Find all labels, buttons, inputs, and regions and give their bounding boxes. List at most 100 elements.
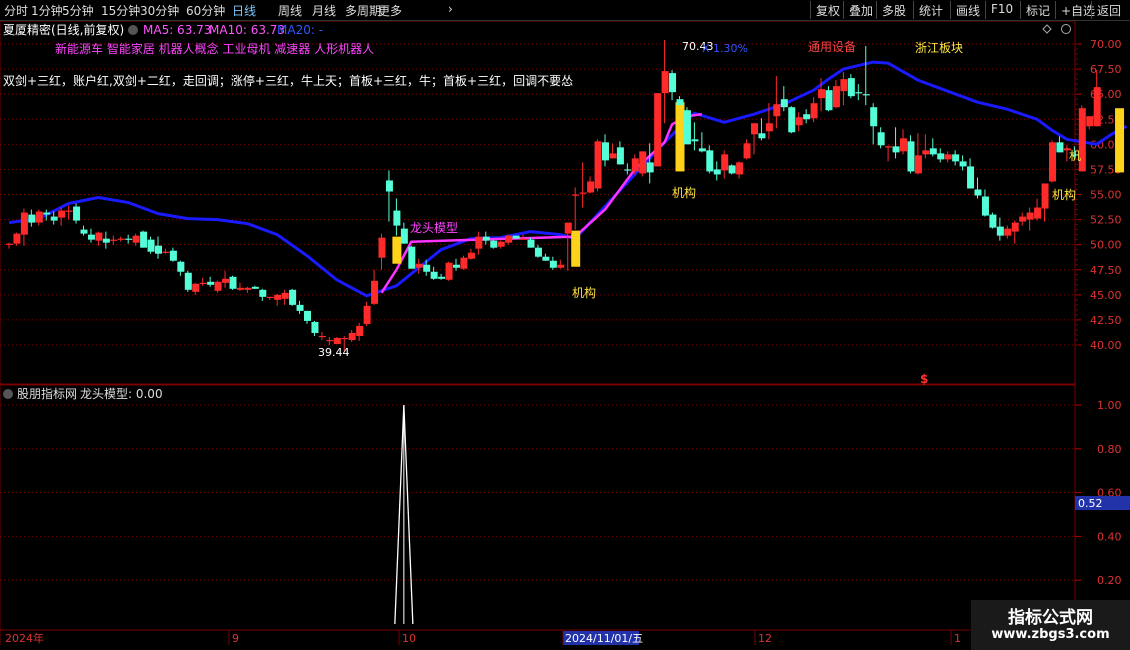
candle-body <box>765 123 773 132</box>
candle-body <box>907 141 915 172</box>
candle-body <box>877 132 885 146</box>
candle-body <box>996 226 1004 236</box>
candle-body <box>602 142 609 161</box>
candle-body <box>363 305 371 324</box>
toolbar-button-2[interactable]: 多股 <box>876 1 911 19</box>
tab-7[interactable]: 周线 <box>278 2 302 19</box>
institution-label-2: 机构 <box>672 185 696 200</box>
chart-canvas[interactable]: 40.0042.5045.0047.5050.0052.5055.0057.50… <box>0 0 1130 650</box>
toolbar-button-6[interactable]: 标记 <box>1020 1 1055 19</box>
candle-body <box>438 276 446 279</box>
candle-body <box>773 104 781 117</box>
tab-1[interactable]: 1分钟 <box>31 2 63 19</box>
chevron-right-icon[interactable]: › <box>448 2 453 16</box>
toolbar-button-4[interactable]: 画线 <box>950 1 985 19</box>
candle-body <box>393 210 401 226</box>
tab-10[interactable]: 更多 <box>378 2 402 19</box>
toolbar-button-3[interactable]: 统计 <box>913 1 948 19</box>
tab-8[interactable]: 月线 <box>312 2 336 19</box>
tab-6[interactable]: 日线 <box>232 2 256 19</box>
candle-body <box>259 289 267 297</box>
candle-body <box>780 99 788 108</box>
candle-body <box>214 281 222 291</box>
candle-body <box>266 296 274 299</box>
date-dec: 12 <box>758 632 772 645</box>
toolbar-button-8[interactable]: 返回 <box>1091 1 1126 19</box>
candle-body <box>840 79 848 92</box>
candle-body <box>736 162 744 175</box>
indicator-label: 龙头模型: 0.00 <box>80 387 163 401</box>
circle-icon[interactable] <box>1061 24 1071 34</box>
candle-body <box>788 107 796 133</box>
candle-body <box>862 94 870 96</box>
concept-tags: 新能源车 智能家居 机器人概念 工业母机 减速器 人形机器人 <box>55 41 374 56</box>
candle-body <box>251 286 259 289</box>
indicator-tick-label: 0.20 <box>1097 574 1122 587</box>
candle-body <box>825 90 833 111</box>
candle-body <box>423 264 431 272</box>
candle-body <box>594 141 602 189</box>
indicator-tick-label: 0.40 <box>1097 530 1122 543</box>
indicator-settings-icon[interactable] <box>3 389 13 399</box>
candle-body <box>758 133 766 139</box>
candle-body <box>475 236 483 249</box>
institution-bar <box>675 102 685 172</box>
tab-9[interactable]: 多周期 <box>345 2 381 19</box>
tab-5[interactable]: 60分钟 <box>186 2 225 19</box>
candle-body <box>542 256 550 261</box>
low-price-marker: 39.44 <box>318 346 350 359</box>
candle-body <box>631 158 639 172</box>
sector-label-2: 浙江板块 <box>915 41 963 55</box>
candle-body <box>922 150 930 155</box>
candle-body <box>967 166 975 189</box>
stock-title: 夏厦精密(日线,前复权) <box>3 22 124 37</box>
candle-body <box>169 250 177 261</box>
candle-body <box>20 212 28 235</box>
sector-label-1: 通用设备 <box>808 40 856 54</box>
candle-body <box>892 146 900 153</box>
date-year: 2024年 <box>5 631 44 645</box>
candle-body <box>989 214 997 228</box>
candle-body <box>408 246 416 269</box>
watermark: 指标公式网 www.zbgs3.com <box>971 600 1130 650</box>
price-tick-label: 70.00 <box>1090 38 1122 51</box>
toolbar-button-0[interactable]: 复权 <box>810 1 845 19</box>
candle-body <box>609 153 617 159</box>
candle-body <box>713 169 721 175</box>
price-tick-label: 42.50 <box>1090 314 1122 327</box>
candle-body <box>453 264 460 268</box>
indicator-title: 股朋指标网 <box>17 386 77 401</box>
ma-label-0: MA5: 63.73 <box>143 23 211 37</box>
tab-3[interactable]: 15分钟 <box>101 2 140 19</box>
price-tick-label: 40.00 <box>1090 339 1122 352</box>
candle-body <box>147 239 155 252</box>
tab-2[interactable]: 5分钟 <box>62 2 94 19</box>
candle-body <box>155 245 162 254</box>
candle-body <box>1049 142 1056 182</box>
candle-body <box>28 214 36 223</box>
tab-4[interactable]: 30分钟 <box>140 2 179 19</box>
date-oct: 10 <box>402 632 416 645</box>
candle-body <box>1026 212 1034 220</box>
formula-text: 双剑+三红，账户红,双剑+二红，走回调；涨停+三红，牛上天；首板+三红，牛；首板… <box>3 73 573 88</box>
candle-body <box>460 257 468 269</box>
settings-icon[interactable] <box>128 25 138 35</box>
candle-body <box>117 238 125 240</box>
candle-body <box>803 114 811 120</box>
candle-body <box>534 247 542 257</box>
toolbar-button-1[interactable]: 叠加 <box>843 1 878 19</box>
date-sep: 9 <box>232 632 239 645</box>
toolbar-button-5[interactable]: F10 <box>985 1 1018 19</box>
candle-body <box>430 271 438 279</box>
diamond-icon[interactable] <box>1042 24 1052 34</box>
tab-0[interactable]: 分时 <box>4 2 28 19</box>
candle-body <box>549 260 557 268</box>
date-jan: 1 <box>954 632 961 645</box>
s-marker: $ <box>920 372 928 386</box>
price-tick-label: 47.50 <box>1090 264 1122 277</box>
candle-body <box>371 280 379 304</box>
percent-change-text: X 1.30% <box>702 42 748 55</box>
candle-body <box>944 154 952 160</box>
price-tick-label: 67.50 <box>1090 63 1122 76</box>
candle-body <box>572 194 580 196</box>
